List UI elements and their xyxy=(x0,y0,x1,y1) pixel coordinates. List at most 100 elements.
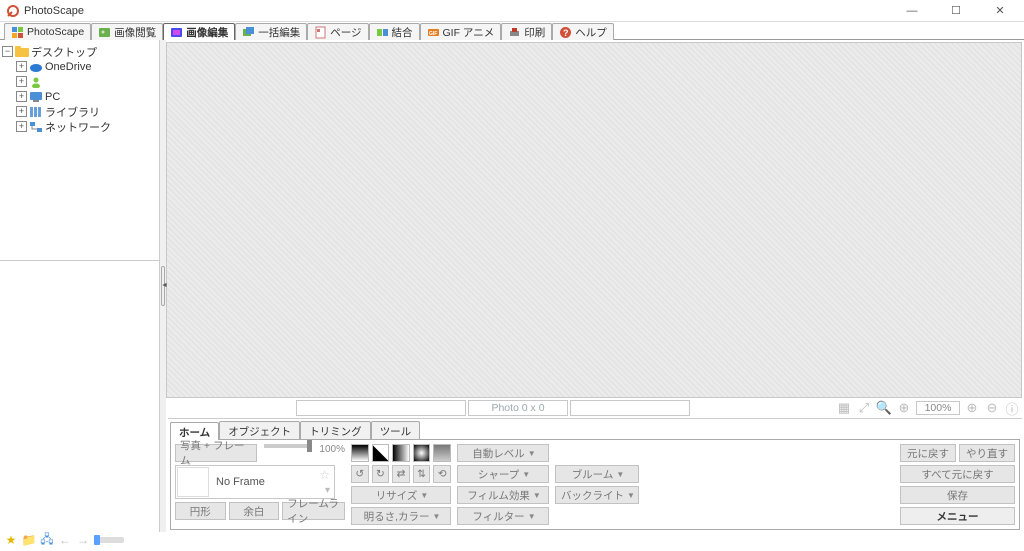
tab-label: 印刷 xyxy=(524,25,545,40)
thumbnail-size-slider[interactable] xyxy=(94,537,124,543)
status-box-3 xyxy=(570,400,690,416)
photo-plus-frame-button[interactable]: 写真 + フレーム xyxy=(175,444,257,462)
tab-batch[interactable]: 一括編集 xyxy=(235,23,307,40)
svg-text:?: ? xyxy=(563,28,569,38)
tree-root[interactable]: − デスクトップ xyxy=(2,44,157,59)
tab-editor[interactable]: 画像編集 xyxy=(163,23,235,40)
undo-all-button[interactable]: すべて元に戻す xyxy=(900,465,1015,483)
favorite-icon[interactable]: ☆ xyxy=(315,468,334,482)
expand-icon[interactable]: + xyxy=(16,91,27,102)
menu-button[interactable]: メニュー xyxy=(900,507,1015,525)
window-title: PhotoScape xyxy=(24,5,890,17)
tab-combine[interactable]: 結合 xyxy=(369,23,420,40)
resize-button[interactable]: リサイズ▼ xyxy=(351,486,451,504)
chevron-down-icon[interactable]: ▾ xyxy=(321,485,334,496)
undo-button[interactable]: 元に戻す xyxy=(900,444,956,462)
filter-button[interactable]: フィルター▼ xyxy=(457,507,549,525)
tab-label: 画像閲覧 xyxy=(114,25,156,40)
status-box-1 xyxy=(296,400,466,416)
rotate-cw-icon[interactable]: ↻ xyxy=(372,465,390,483)
folder-icon xyxy=(15,46,29,58)
cloud-icon xyxy=(29,61,43,73)
network-icon xyxy=(29,121,43,133)
tab-page[interactable]: ページ xyxy=(307,23,368,40)
zoom-icon[interactable]: 🔍 xyxy=(876,400,892,416)
image-canvas[interactable] xyxy=(166,42,1022,398)
subtab-object[interactable]: オブジェクト xyxy=(219,421,300,439)
tree-item-pc[interactable]: + PC xyxy=(2,89,157,104)
zoom-fit-icon[interactable]: ⊕ xyxy=(896,400,912,416)
save-button[interactable]: 保存 xyxy=(900,486,1015,504)
tab-label: ページ xyxy=(330,25,361,40)
sub-tab-strip: ホーム オブジェクト トリミング ツール xyxy=(170,421,1020,439)
combine-icon xyxy=(376,26,389,39)
zoom-in-icon[interactable]: ⊕ xyxy=(964,400,980,416)
zoom-out-icon[interactable]: ⊖ xyxy=(984,400,1000,416)
window-minimize-button[interactable]: — xyxy=(890,1,934,21)
tab-label: 結合 xyxy=(392,25,413,40)
sharpen-button[interactable]: シャープ▼ xyxy=(457,465,549,483)
subtab-home[interactable]: ホーム xyxy=(170,422,219,440)
flip-v-icon[interactable]: ⇅ xyxy=(413,465,431,483)
thumbnail-pane[interactable] xyxy=(0,260,159,532)
page-icon xyxy=(314,26,327,39)
tab-help[interactable]: ? ヘルプ xyxy=(552,23,614,40)
tab-gif[interactable]: GIF GIF アニメ xyxy=(420,23,502,40)
frameline-button[interactable]: フレームライン xyxy=(282,502,345,520)
network-small-icon[interactable]: 🖧 xyxy=(40,533,54,547)
redo-button[interactable]: やり直す xyxy=(959,444,1015,462)
round-button[interactable]: 円形 xyxy=(175,502,226,520)
rotate-ccw-icon[interactable]: ↺ xyxy=(351,465,369,483)
folder-fav-icon[interactable]: 📁 xyxy=(22,533,36,547)
free-rotate-icon[interactable]: ⟲ xyxy=(433,465,451,483)
actual-size-icon[interactable]: ▦ xyxy=(836,400,852,416)
gradient-swatch-3[interactable] xyxy=(392,444,410,462)
tab-photoscape[interactable]: PhotoScape xyxy=(4,23,91,40)
star-icon[interactable]: ★ xyxy=(4,533,18,547)
subtab-crop[interactable]: トリミング xyxy=(300,421,371,439)
tab-print[interactable]: 印刷 xyxy=(501,23,552,40)
info-icon[interactable]: ⓘ xyxy=(1004,400,1020,416)
tree-item-network[interactable]: + ネットワーク xyxy=(2,119,157,134)
zoom-value[interactable]: 100% xyxy=(916,401,960,415)
tree-item-library[interactable]: + ライブラリ xyxy=(2,104,157,119)
subtab-tools[interactable]: ツール xyxy=(371,421,421,439)
bottom-panel: ホーム オブジェクト トリミング ツール 写真 + フレーム 100% No F… xyxy=(168,418,1022,532)
flip-h-icon[interactable]: ⇄ xyxy=(392,465,410,483)
gradient-swatch-5[interactable] xyxy=(433,444,451,462)
window-close-button[interactable]: ✕ xyxy=(978,1,1022,21)
frame-selector[interactable]: No Frame ☆ ▾ xyxy=(175,465,335,499)
expand-icon[interactable]: + xyxy=(16,76,27,87)
next-arrow-icon[interactable]: → xyxy=(76,533,90,547)
margin-button[interactable]: 余白 xyxy=(229,502,280,520)
brightness-color-button[interactable]: 明るさ,カラー▼ xyxy=(351,507,451,525)
expand-icon[interactable]: + xyxy=(16,121,27,132)
folder-tree[interactable]: − デスクトップ + OneDrive + + PC + xyxy=(0,40,159,260)
expand-icon[interactable]: + xyxy=(16,61,27,72)
tree-item-onedrive[interactable]: + OneDrive xyxy=(2,59,157,74)
gradient-swatch-1[interactable] xyxy=(351,444,369,462)
window-maximize-button[interactable]: ☐ xyxy=(934,1,978,21)
gradient-swatch-4[interactable] xyxy=(413,444,431,462)
tree-label: OneDrive xyxy=(45,61,91,73)
expand-icon[interactable]: + xyxy=(16,106,27,117)
collapse-icon[interactable]: − xyxy=(2,46,13,57)
print-icon xyxy=(508,26,521,39)
bloom-button[interactable]: ブルーム▼ xyxy=(555,465,639,483)
svg-text:GIF: GIF xyxy=(429,31,437,37)
frame-opacity-slider[interactable] xyxy=(264,444,312,448)
photoscape-icon xyxy=(11,26,24,39)
gradient-swatch-2[interactable] xyxy=(372,444,390,462)
tree-label: PC xyxy=(45,91,60,103)
tab-label: GIF アニメ xyxy=(443,25,495,40)
fit-screen-icon[interactable]: ⤢ xyxy=(856,400,872,416)
tab-viewer[interactable]: 画像閲覧 xyxy=(91,23,163,40)
film-effect-button[interactable]: フィルム効果▼ xyxy=(457,486,549,504)
auto-level-button[interactable]: 自動レベル▼ xyxy=(457,444,549,462)
tree-label: デスクトップ xyxy=(31,44,97,60)
prev-arrow-icon[interactable]: ← xyxy=(58,533,72,547)
tree-item-user[interactable]: + xyxy=(2,74,157,89)
status-row: Photo 0 x 0 ▦ ⤢ 🔍 ⊕ 100% ⊕ ⊖ ⓘ xyxy=(166,398,1024,418)
backlight-button[interactable]: バックライト▼ xyxy=(555,486,639,504)
pc-icon xyxy=(29,91,43,103)
